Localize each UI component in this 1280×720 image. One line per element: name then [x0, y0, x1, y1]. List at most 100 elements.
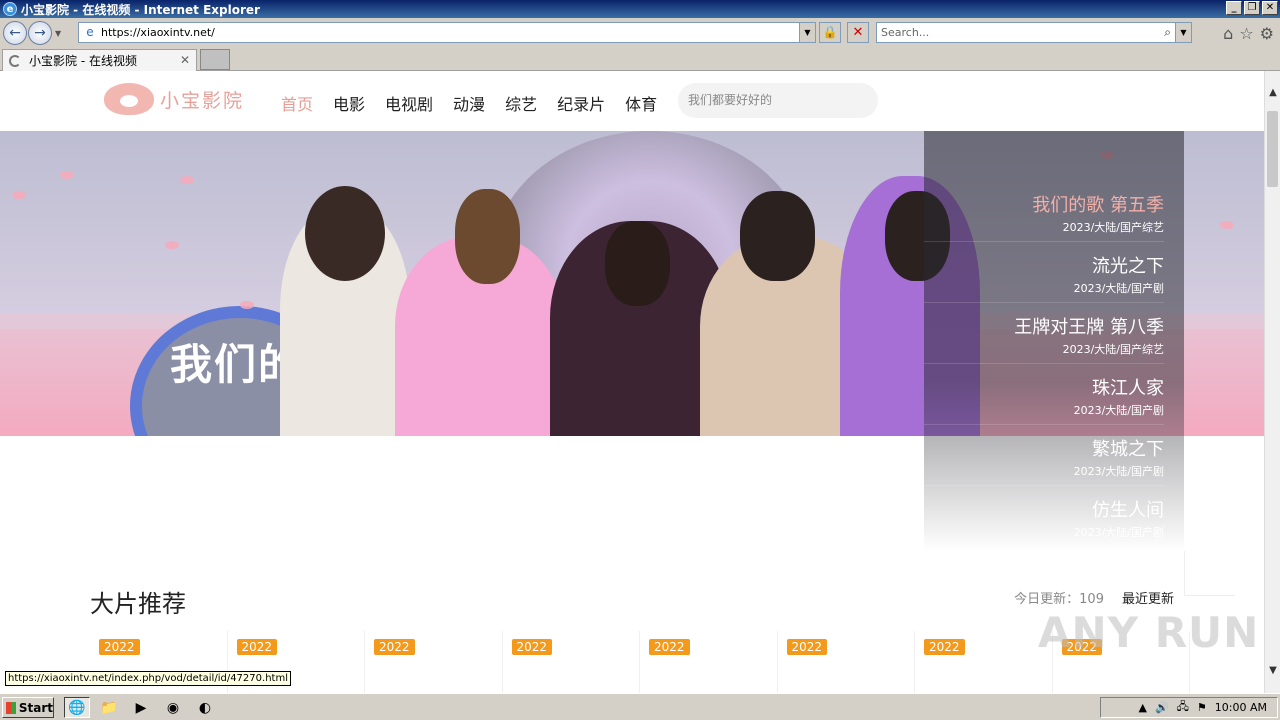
latest-updates-link[interactable]: 最近更新: [1122, 588, 1174, 607]
page-viewport: 小宝影院 首页 电影 电视剧 动漫 综艺 纪录片 体育 我们都要好好的 我们的: [0, 71, 1264, 693]
year-badge: 2022: [236, 639, 278, 655]
pig-logo-icon: [104, 83, 154, 115]
taskbar: Start 🌐 📁 ▶ ◉ ◐ ▲ 🔊 🖧 ⚑ 10:00 AM: [0, 693, 1280, 720]
internet-explorer-icon: e: [3, 2, 17, 16]
featured-meta: 2023/大陆/国产综艺: [1062, 343, 1164, 356]
lock-icon[interactable]: 🔒: [819, 22, 841, 43]
video-card[interactable]: 2022: [503, 631, 640, 693]
tray-speaker-icon[interactable]: 🔊: [1155, 701, 1169, 714]
search-dropdown-icon[interactable]: ▼: [1175, 23, 1191, 42]
address-bar[interactable]: e https://xiaoxintv.net/ ▼: [78, 22, 816, 43]
nav-movies[interactable]: 电影: [333, 91, 365, 115]
home-icon[interactable]: ⌂: [1223, 24, 1233, 43]
tab-close-icon[interactable]: ✕: [180, 53, 190, 67]
petal: [180, 176, 194, 184]
petal: [60, 171, 74, 179]
site-logo[interactable]: 小宝影院: [104, 83, 244, 115]
address-dropdown-icon[interactable]: ▼: [799, 23, 815, 42]
featured-item[interactable]: 我们的歌 第五季 2023/大陆/国产综艺: [924, 181, 1164, 242]
featured-title: 仿生人间: [1092, 500, 1164, 521]
year-badge: 2022: [374, 639, 415, 655]
scroll-up-icon[interactable]: ▲: [1265, 85, 1280, 101]
tab-title: 小宝影院 - 在线视频: [29, 54, 137, 68]
window-title: 小宝影院 - 在线视频 - Internet Explorer: [21, 2, 260, 17]
singer-2-head: [455, 189, 520, 284]
featured-meta: 2023/大陆/国产剧: [1073, 465, 1164, 478]
singer-4-head: [740, 191, 815, 281]
tray-arrow-icon[interactable]: ▲: [1138, 701, 1146, 714]
gear-icon[interactable]: ⚙: [1260, 24, 1274, 43]
video-card[interactable]: 2022: [915, 631, 1053, 693]
clock: 10:00 AM: [1214, 701, 1267, 714]
scroll-down-icon[interactable]: ▼: [1265, 663, 1280, 679]
start-label: Start: [18, 700, 53, 715]
windows-flag-icon: [6, 701, 16, 714]
search-icon[interactable]: ⌕: [1164, 23, 1171, 42]
featured-meta: 2023/大陆/国产综艺: [1062, 221, 1164, 234]
year-badge: 2022: [511, 639, 553, 655]
taskbar-ie-icon[interactable]: 🌐: [64, 697, 90, 718]
singer-3-head: [605, 221, 670, 306]
featured-title: 繁城之下: [1092, 439, 1164, 460]
featured-title: 珠江人家: [1092, 378, 1164, 399]
taskbar-chrome-icon[interactable]: ◉: [160, 697, 186, 718]
window-titlebar: e 小宝影院 - 在线视频 - Internet Explorer _ ❐ ✕: [0, 0, 1280, 18]
minimize-button[interactable]: _: [1226, 1, 1242, 15]
favorites-star-icon[interactable]: ☆: [1239, 24, 1253, 43]
site-header: 小宝影院 首页 电影 电视剧 动漫 综艺 纪录片 体育 我们都要好好的: [0, 71, 1264, 131]
petal: [165, 241, 179, 249]
nav-tv[interactable]: 电视剧: [385, 91, 433, 115]
browser-search-input[interactable]: Search... ⌕ ▼: [876, 22, 1192, 43]
petal: [240, 301, 254, 309]
nav-documentary[interactable]: 纪录片: [557, 91, 605, 115]
featured-item[interactable]: 繁城之下 2023/大陆/国产剧: [924, 425, 1164, 486]
petal: [12, 191, 26, 199]
loading-icon: [9, 54, 21, 67]
nav-anime[interactable]: 动漫: [453, 91, 485, 115]
year-badge: 2022: [649, 639, 690, 655]
video-card[interactable]: 2022: [640, 631, 778, 693]
featured-item[interactable]: 仿生人间 2023/大陆/国产剧: [924, 486, 1164, 547]
featured-title: 流光之下: [1092, 256, 1164, 277]
taskbar-edge-icon[interactable]: ◐: [192, 697, 218, 718]
tray-flag-icon[interactable]: ⚑: [1197, 701, 1207, 714]
featured-title: 我们的歌 第五季: [1032, 195, 1164, 216]
tab-current[interactable]: 小宝影院 - 在线视频 ✕: [2, 49, 197, 71]
history-dropdown-icon[interactable]: ▼: [55, 29, 61, 38]
back-button[interactable]: ←: [3, 21, 27, 45]
site-search-input[interactable]: 我们都要好好的: [678, 83, 878, 118]
section-meta: 今日更新：109 最近更新: [1014, 588, 1174, 607]
forward-button[interactable]: →: [28, 21, 52, 45]
year-badge: 2022: [99, 639, 140, 655]
status-link: https://xiaoxintv.net/index.php/vod/deta…: [5, 671, 291, 686]
today-update-count: 109: [1079, 592, 1104, 607]
featured-item[interactable]: 珠江人家 2023/大陆/国产剧: [924, 364, 1164, 425]
page-icon: e: [86, 24, 94, 39]
video-card[interactable]: 2022: [778, 631, 915, 693]
scroll-thumb[interactable]: [1267, 111, 1278, 187]
taskbar-folder-icon[interactable]: 📁: [96, 697, 122, 718]
featured-meta: 2023/大陆/国产剧: [1073, 526, 1164, 539]
featured-title: 王牌对王牌 第八季: [1014, 317, 1164, 338]
close-button[interactable]: ✕: [1262, 1, 1278, 15]
browser-toolbar: ← → ▼ e https://xiaoxintv.net/ ▼ 🔒 ✕ Sea…: [0, 18, 1280, 48]
logo-text: 小宝影院: [160, 89, 245, 112]
tray-network-icon[interactable]: 🖧: [1177, 698, 1189, 717]
nav-sports[interactable]: 体育: [625, 91, 657, 115]
taskbar-media-icon[interactable]: ▶: [128, 697, 154, 718]
featured-item[interactable]: 流光之下 2023/大陆/国产剧: [924, 242, 1164, 303]
tab-row: 小宝影院 - 在线视频 ✕: [0, 48, 1280, 71]
nav-home[interactable]: 首页: [281, 91, 313, 115]
singer-1-head: [305, 186, 385, 281]
stop-button[interactable]: ✕: [847, 22, 869, 43]
petal: [1220, 221, 1234, 229]
featured-item[interactable]: 王牌对王牌 第八季 2023/大陆/国产综艺: [924, 303, 1164, 364]
year-badge: 2022: [924, 639, 965, 655]
restore-button[interactable]: ❐: [1244, 1, 1260, 15]
vertical-scrollbar[interactable]: ▲ ▼: [1264, 71, 1280, 693]
new-tab-button[interactable]: [200, 49, 230, 70]
address-text[interactable]: https://xiaoxintv.net/: [101, 26, 215, 39]
video-card[interactable]: 2022: [365, 631, 503, 693]
start-button[interactable]: Start: [2, 697, 54, 718]
nav-variety[interactable]: 综艺: [505, 91, 537, 115]
